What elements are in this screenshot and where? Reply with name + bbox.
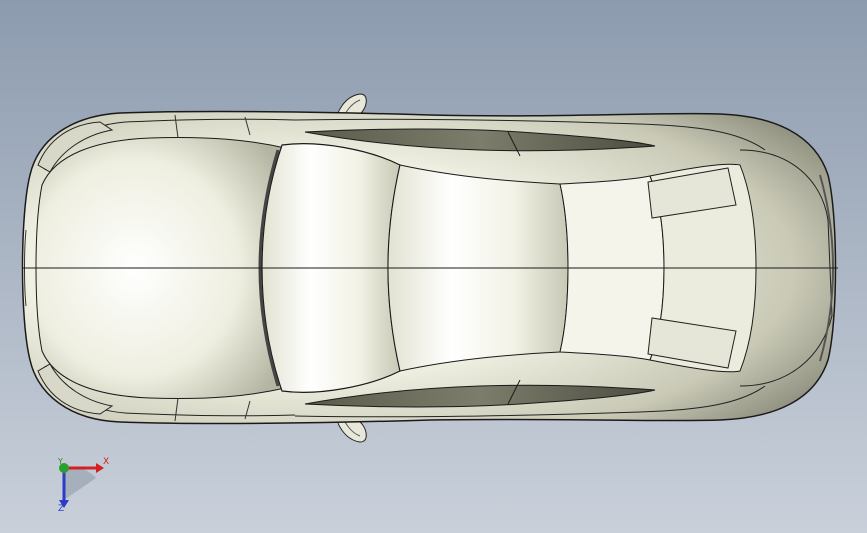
y-axis-label: Y	[58, 457, 63, 466]
z-axis-label: Z	[58, 504, 65, 514]
graphics-viewport[interactable]: X Y Z	[0, 0, 867, 533]
x-axis-label: X	[103, 457, 110, 467]
car-model-top-view[interactable]	[0, 0, 867, 533]
triad-shadow	[64, 467, 96, 500]
coordinate-triad: X Y Z	[40, 448, 130, 523]
